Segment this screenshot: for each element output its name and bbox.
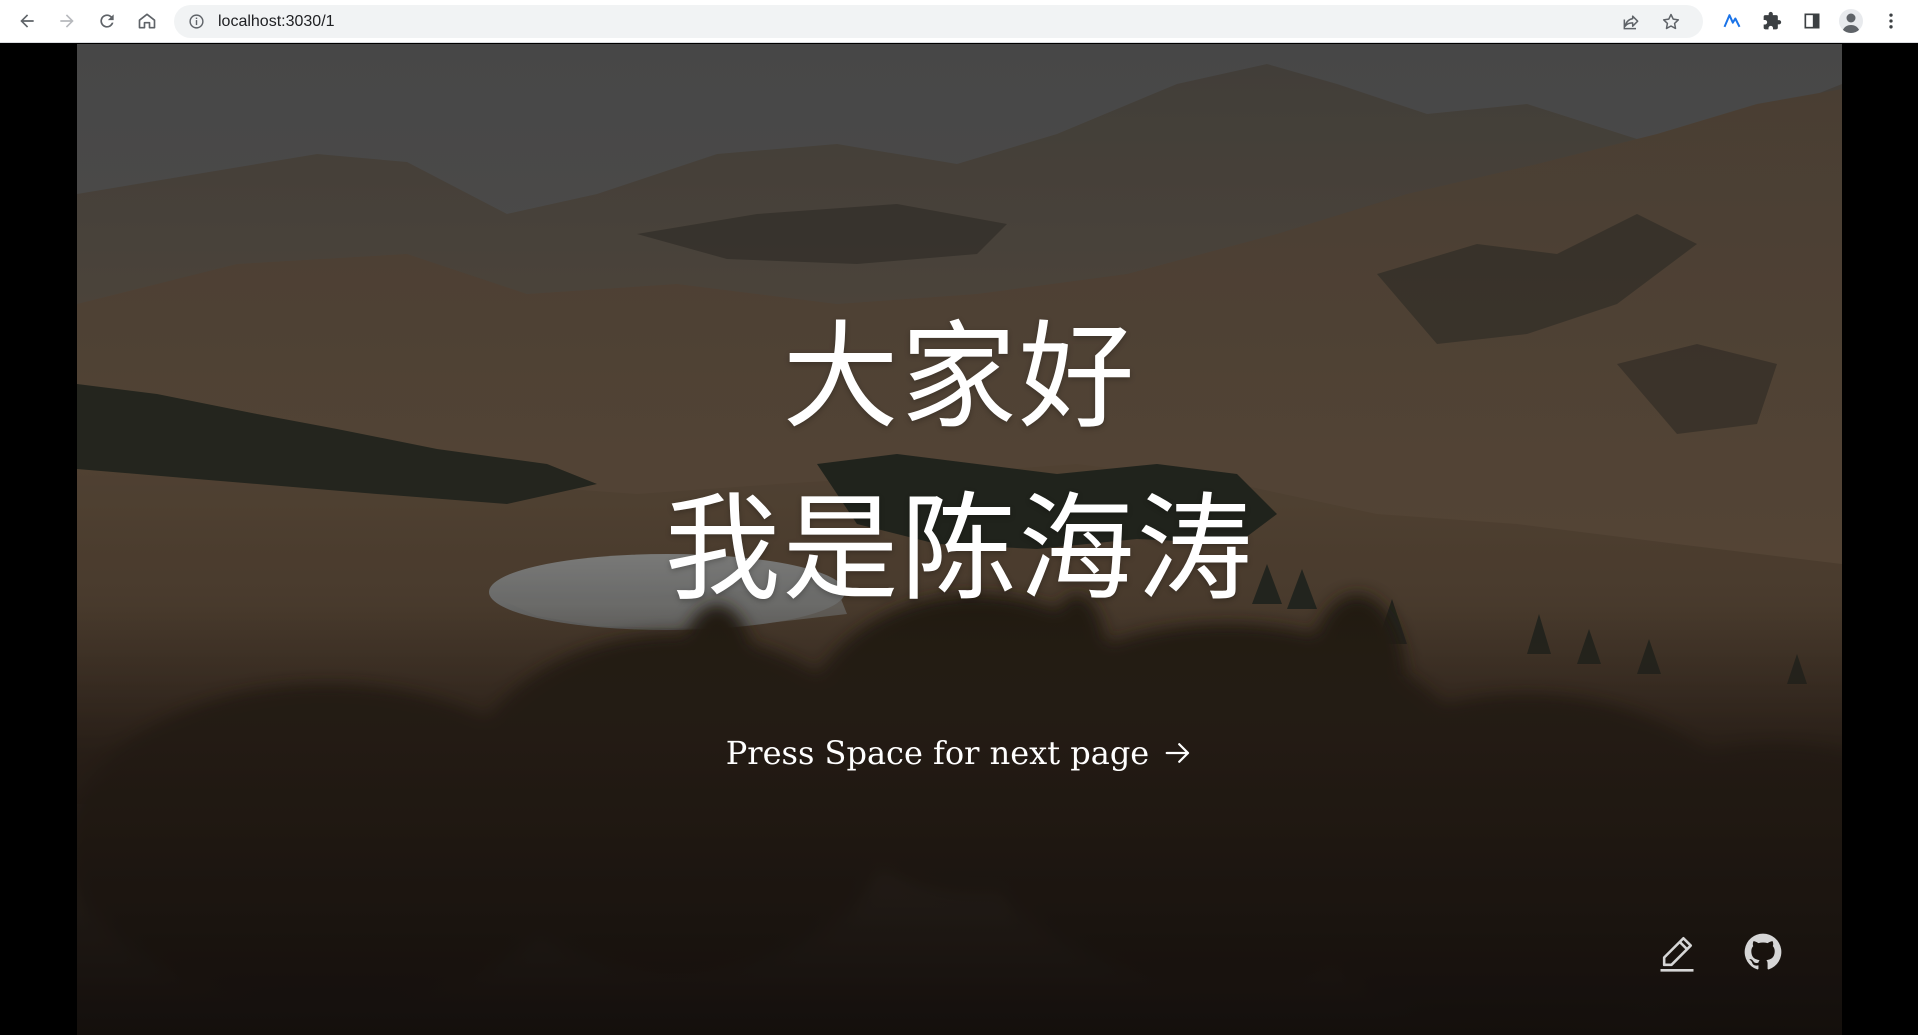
share-icon[interactable] [1621,12,1641,32]
edit-button[interactable] [1655,930,1699,974]
home-button[interactable] [132,6,162,36]
home-icon [138,13,156,29]
side-panel-icon [1804,13,1820,29]
puzzle-icon [1763,11,1782,30]
slide-title-name: 我是陈海涛 [664,482,1255,617]
nuxt-extension-icon [1723,14,1741,28]
browser-menu-button[interactable] [1876,6,1906,36]
star-icon[interactable] [1661,12,1681,32]
github-link[interactable] [1741,930,1785,974]
next-page-hint-text: Press Space for next page [725,734,1150,772]
address-bar[interactable]: localhost:3030/1 [174,5,1703,38]
presentation-stage: 大家好 我是陈海涛 Press Space for next page [0,44,1918,1035]
nuxt-extension-button[interactable] [1717,6,1747,36]
browser-toolbar: localhost:3030/1 [0,0,1918,43]
reload-icon [100,14,114,28]
arrow-right-icon [1165,743,1190,763]
arrow-right-icon [60,14,74,28]
pencil-icon [1660,936,1694,972]
extensions-button[interactable] [1757,6,1787,36]
url-text[interactable]: localhost:3030/1 [218,13,335,31]
kebab-menu-icon [1889,13,1893,29]
back-button[interactable] [12,6,42,36]
reload-button[interactable] [92,6,122,36]
slide-title-greeting: 大家好 [782,310,1137,445]
next-page-hint[interactable]: Press Space for next page [77,734,1842,772]
profile-button[interactable] [1839,9,1863,33]
github-icon [1744,933,1782,970]
info-icon[interactable] [188,13,205,30]
avatar-icon [1842,13,1860,33]
side-panel-button[interactable] [1797,6,1827,36]
forward-button[interactable] [52,6,82,36]
arrow-left-icon [20,14,34,28]
slide[interactable]: 大家好 我是陈海涛 Press Space for next page [77,44,1842,1035]
